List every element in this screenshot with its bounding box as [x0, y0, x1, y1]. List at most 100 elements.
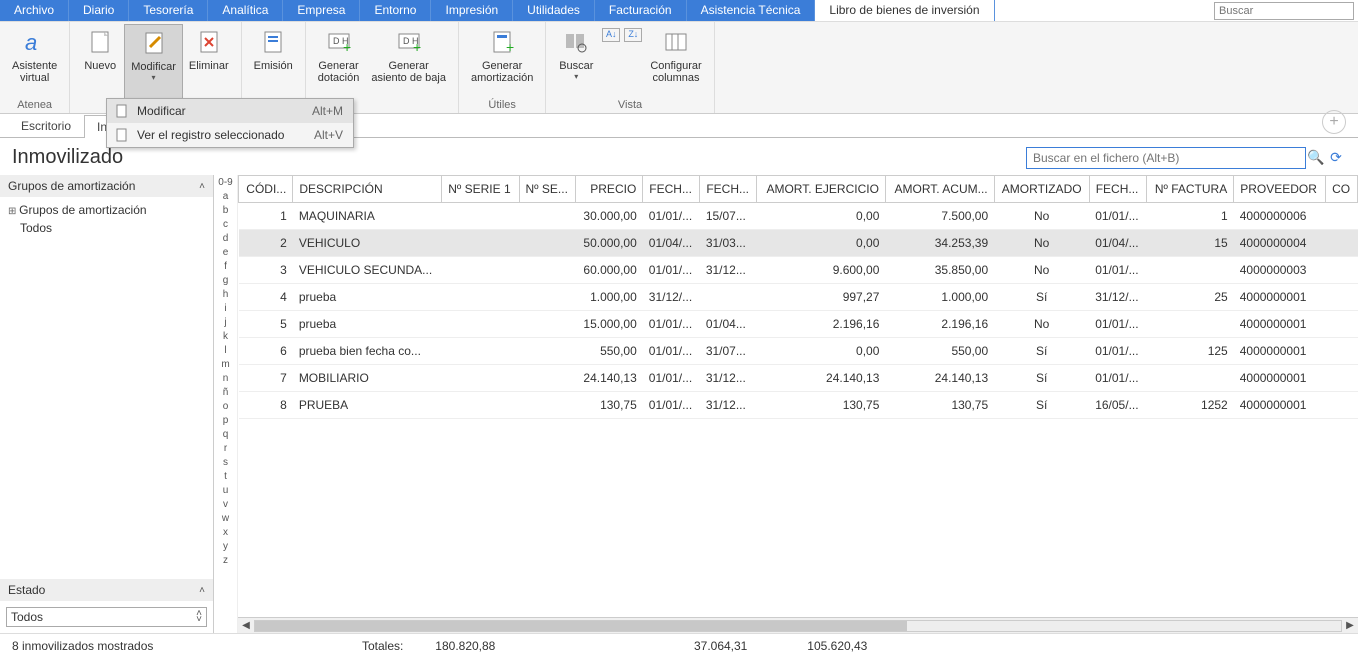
- alpha-x[interactable]: x: [223, 527, 228, 541]
- alpha-f[interactable]: f: [224, 261, 227, 275]
- alpha-e[interactable]: e: [223, 247, 229, 261]
- alpha-y[interactable]: y: [223, 541, 228, 555]
- global-search-input[interactable]: [1214, 2, 1354, 20]
- alpha-s[interactable]: s: [223, 457, 228, 471]
- nuevo-icon: [84, 26, 116, 58]
- alpha-r[interactable]: r: [224, 443, 227, 457]
- generar-amortizacion-button[interactable]: +Generaramortización: [465, 24, 539, 98]
- table-row[interactable]: 1MAQUINARIA30.000,0001/01/...15/07...0,0…: [239, 203, 1358, 230]
- col-header[interactable]: FECH...: [700, 176, 757, 203]
- alpha-n[interactable]: n: [223, 373, 229, 387]
- alpha-z[interactable]: z: [223, 555, 228, 569]
- alpha-p[interactable]: p: [223, 415, 229, 429]
- main-area: Grupos de amortización ˄ Grupos de amort…: [0, 175, 1358, 633]
- menu-diario[interactable]: Diario: [69, 0, 129, 21]
- generar-amortizacion-icon: +: [486, 26, 518, 58]
- table-row[interactable]: 4prueba1.000,0031/12/...997,271.000,00Sí…: [239, 284, 1358, 311]
- alpha-k[interactable]: k: [223, 331, 228, 345]
- menu-libro-de-bienes-de-inversión[interactable]: Libro de bienes de inversión: [815, 0, 994, 21]
- menu-entorno[interactable]: Entorno: [360, 0, 431, 21]
- menu-empresa[interactable]: Empresa: [283, 0, 360, 21]
- scroll-thumb[interactable]: [255, 621, 907, 631]
- configurar-columnas-button[interactable]: Configurarcolumnas: [644, 24, 707, 98]
- alpha-h[interactable]: h: [223, 289, 229, 303]
- alpha-0-9[interactable]: 0-9: [218, 177, 232, 191]
- col-header[interactable]: Nº FACTURA: [1146, 176, 1233, 203]
- menu-facturación[interactable]: Facturación: [595, 0, 687, 21]
- table-row[interactable]: 3VEHICULO SECUNDA...60.000,0001/01/...31…: [239, 257, 1358, 284]
- alpha-l[interactable]: l: [224, 345, 226, 359]
- alpha-u[interactable]: u: [223, 485, 229, 499]
- alpha-d[interactable]: d: [223, 233, 229, 247]
- generar-asiento-baja-icon: D H+: [393, 26, 425, 58]
- alpha-g[interactable]: g: [223, 275, 229, 289]
- table-row[interactable]: 7MOBILIARIO24.140,1301/01/...31/12...24.…: [239, 365, 1358, 392]
- status-bar: 8 inmovilizados mostrados Totales: 180.8…: [0, 633, 1358, 657]
- table-row[interactable]: 2VEHICULO50.000,0001/04/...31/03...0,003…: [239, 230, 1358, 257]
- alpha-v[interactable]: v: [223, 499, 228, 513]
- col-header[interactable]: PROVEEDOR: [1234, 176, 1326, 203]
- table-row[interactable]: 5prueba15.000,0001/01/...01/04...2.196,1…: [239, 311, 1358, 338]
- col-header[interactable]: DESCRIPCIÓN: [293, 176, 442, 203]
- sort-asc-button[interactable]: A↓: [602, 28, 620, 42]
- scroll-track[interactable]: [254, 620, 1342, 632]
- alpha-b[interactable]: b: [223, 205, 229, 219]
- file-search-input[interactable]: [1026, 147, 1306, 169]
- sort-desc-button[interactable]: Z↓: [624, 28, 642, 42]
- alpha-m[interactable]: m: [221, 359, 229, 373]
- chevron-down-icon: ▾: [574, 72, 578, 81]
- dropdown-item-ver-el-registro-seleccionado[interactable]: Ver el registro seleccionadoAlt+V: [107, 123, 353, 147]
- scroll-left-arrow[interactable]: ◀: [238, 620, 254, 631]
- alpha-t[interactable]: t: [224, 471, 227, 485]
- alpha-i[interactable]: i: [224, 303, 226, 317]
- sidebar-tree: Grupos de amortización Todos: [0, 197, 213, 579]
- table-wrap: CÓDI...DESCRIPCIÓNNº SERIE 1Nº SE...PREC…: [238, 175, 1358, 633]
- buscar-button[interactable]: Buscar▾: [552, 24, 600, 98]
- col-header[interactable]: AMORT. EJERCICIO: [757, 176, 886, 203]
- menu-archivo[interactable]: Archivo: [0, 0, 69, 21]
- alpha-q[interactable]: q: [223, 429, 229, 443]
- asistente-virtual-button[interactable]: aAsistentevirtual: [6, 24, 63, 98]
- emision-icon: [257, 26, 289, 58]
- alpha-j[interactable]: j: [224, 317, 226, 331]
- col-header[interactable]: Nº SE...: [519, 176, 576, 203]
- menu-analítica[interactable]: Analítica: [208, 0, 283, 21]
- estado-select[interactable]: Todos ˄˅: [6, 607, 207, 627]
- configurar-columnas-icon: [660, 26, 692, 58]
- svg-text:+: +: [413, 39, 421, 55]
- col-header[interactable]: CO: [1326, 176, 1358, 203]
- col-header[interactable]: AMORT. ACUM...: [885, 176, 994, 203]
- dropdown-item-modificar[interactable]: ModificarAlt+M: [107, 99, 353, 123]
- sidebar-section-grupos[interactable]: Grupos de amortización ˄: [0, 175, 213, 197]
- add-tab-button[interactable]: +: [1322, 110, 1346, 134]
- col-header[interactable]: AMORTIZADO: [994, 176, 1089, 203]
- alpha-index: 0-9abcdefghijklmnñopqrstuvwxyz: [214, 175, 238, 633]
- alpha-w[interactable]: w: [222, 513, 229, 527]
- col-header[interactable]: CÓDI...: [239, 176, 293, 203]
- search-icon[interactable]: 🔍: [1306, 149, 1326, 166]
- document-icon: [113, 103, 131, 119]
- tab-escritorio[interactable]: Escritorio: [8, 114, 84, 137]
- alpha-a[interactable]: a: [223, 191, 229, 205]
- col-header[interactable]: Nº SERIE 1: [442, 176, 519, 203]
- alpha-o[interactable]: o: [223, 401, 229, 415]
- col-header[interactable]: PRECIO: [576, 176, 643, 203]
- col-header[interactable]: FECH...: [643, 176, 700, 203]
- table-row[interactable]: 6prueba bien fecha co...550,0001/01/...3…: [239, 338, 1358, 365]
- generar-dotacion-icon: D H+: [323, 26, 355, 58]
- sidebar-section-estado[interactable]: Estado ˄: [0, 579, 213, 601]
- tree-item-todos[interactable]: Todos: [8, 219, 205, 237]
- menu-tesorería[interactable]: Tesorería: [129, 0, 208, 21]
- scroll-right-arrow[interactable]: ▶: [1342, 620, 1358, 631]
- menu-asistencia-técnica[interactable]: Asistencia Técnica: [687, 0, 816, 21]
- alpha-ñ[interactable]: ñ: [223, 387, 229, 401]
- tree-root-grupos[interactable]: Grupos de amortización: [8, 201, 205, 219]
- alpha-c[interactable]: c: [223, 219, 228, 233]
- menu-impresión[interactable]: Impresión: [431, 0, 513, 21]
- generar-asiento-baja-button[interactable]: D H+Generarasiento de baja: [365, 24, 452, 110]
- menu-utilidades[interactable]: Utilidades: [513, 0, 595, 21]
- table-row[interactable]: 8PRUEBA130,7501/01/...31/12...130,75130,…: [239, 392, 1358, 419]
- refresh-icon[interactable]: ⟳: [1326, 149, 1346, 166]
- col-header[interactable]: FECH...: [1089, 176, 1146, 203]
- horizontal-scrollbar[interactable]: ◀ ▶: [238, 617, 1358, 633]
